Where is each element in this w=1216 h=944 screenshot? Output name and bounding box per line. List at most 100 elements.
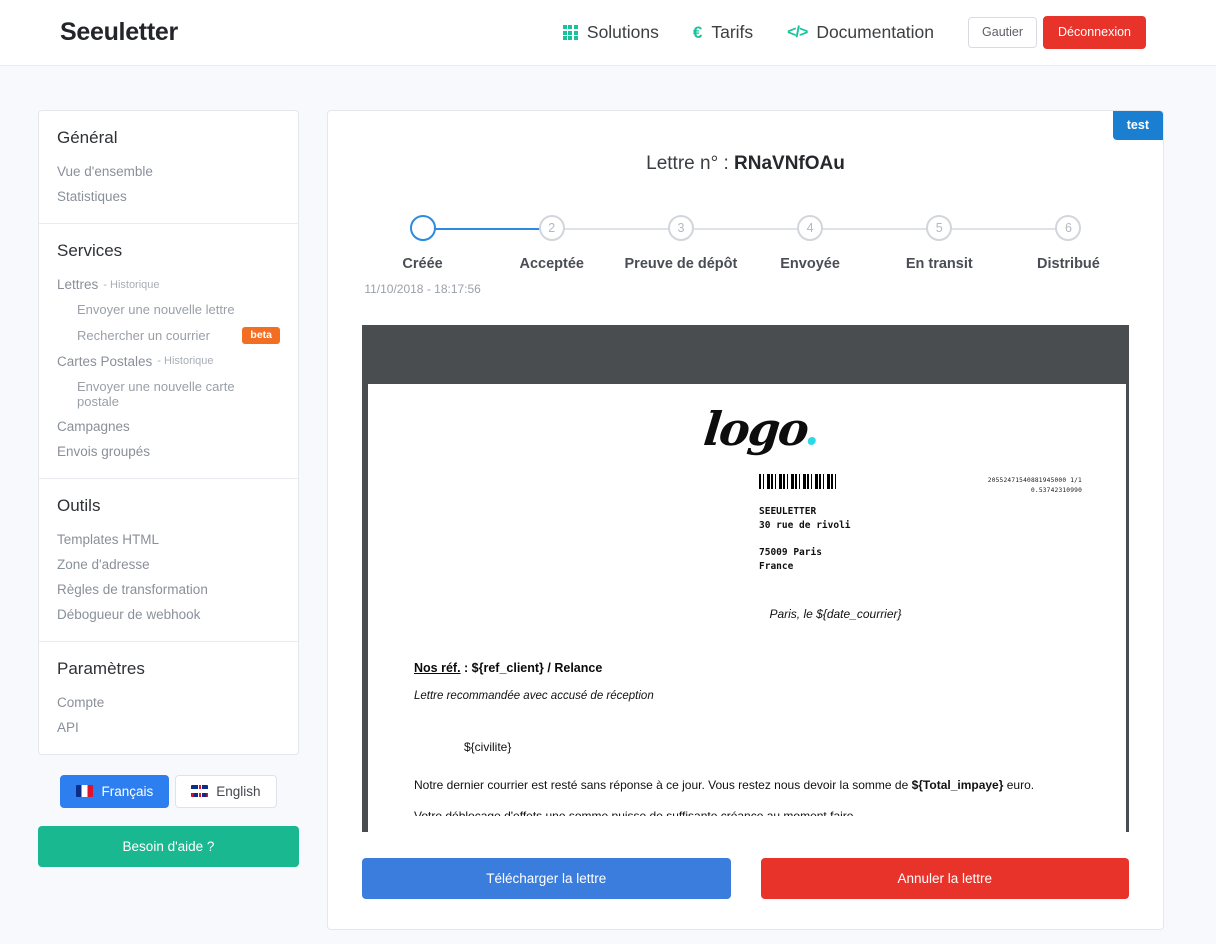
step-circle: 2	[538, 215, 565, 241]
page-body: Général Vue d'ensemble Statistiques Serv…	[0, 66, 1216, 930]
step-label: Envoyée	[780, 256, 840, 272]
sidebar-group-title: Outils	[57, 495, 101, 515]
nav-item-tarifs[interactable]: € Tarifs	[693, 22, 753, 43]
sidebar-item-label: Lettres	[57, 277, 99, 292]
beta-badge: beta	[242, 327, 280, 344]
step-label: Créée	[402, 256, 443, 272]
logo-dot-icon	[807, 437, 817, 446]
address-spacer	[759, 532, 1082, 546]
grid-icon	[562, 25, 578, 40]
sidebar-item-envoyer-carte-postale[interactable]: Envoyer une nouvelle carte postale	[57, 374, 280, 414]
step-circle: 6	[1055, 215, 1082, 241]
sidebar-group-parametres: Paramètres Compte API	[39, 642, 298, 754]
sidebar-item-vue-densemble[interactable]: Vue d'ensemble	[57, 159, 280, 184]
test-mode-badge: test	[1112, 111, 1163, 140]
sidebar-item-rechercher-courrier[interactable]: Rechercher un courrier beta	[57, 322, 280, 349]
letter-body-next-clipped: Votre déblocage d'effets une somme puiss…	[414, 809, 854, 817]
postal-reference-line-1: 20552471540881945000 1/1	[987, 477, 1082, 485]
sidebar-item-api[interactable]: API	[57, 715, 280, 740]
letter-reference-label: Nos réf.	[414, 661, 461, 676]
page-title: Lettre n° : RNaVNfOAu	[328, 111, 1163, 175]
nav-label-documentation: Documentation	[816, 22, 935, 42]
language-button-french[interactable]: Français	[60, 774, 170, 808]
address-street: 30 rue de rivoli	[759, 519, 851, 531]
sidebar-group-title: Général	[57, 128, 118, 147]
letter-body-paragraph: Notre dernier courrier est resté sans ré…	[414, 776, 1082, 794]
letter-reference-value: : ${ref_client} / Relance	[460, 661, 603, 676]
pdf-viewer-toolbar	[362, 325, 1129, 385]
top-navigation-bar: Seeuletter Solutions € Tarifs </> Docume…	[0, 0, 1216, 66]
step-circle: 1	[409, 215, 436, 241]
address-name: SEEULETTER	[759, 505, 817, 517]
sidebar-item-lettres[interactable]: Lettres - Historique	[57, 272, 280, 297]
barcode-row: 20552471540881945000 1/1 0.53742310990	[414, 474, 1082, 495]
brand-logo[interactable]: Seeuletter	[60, 18, 178, 47]
letter-body-part1: Notre dernier courrier est resté sans ré…	[414, 778, 912, 793]
sidebar-item-envois-groupes[interactable]: Envois groupés	[57, 439, 280, 464]
step-connector-line	[680, 228, 811, 230]
step-circle: 3	[667, 215, 694, 241]
nav-item-solutions[interactable]: Solutions	[562, 22, 659, 43]
sidebar: Général Vue d'ensemble Statistiques Serv…	[38, 110, 299, 930]
logout-button[interactable]: Déconnexion	[1043, 16, 1146, 49]
language-label-french: Français	[101, 783, 154, 799]
uk-flag-icon	[191, 785, 209, 798]
sidebar-item-envoyer-nouvelle-lettre[interactable]: Envoyer une nouvelle lettre	[57, 297, 280, 322]
letter-body-part2: euro.	[1003, 778, 1035, 793]
letter-reference-line: Nos réf. : ${ref_client} / Relance	[414, 661, 1082, 675]
nav-label-solutions: Solutions	[586, 22, 659, 42]
sidebar-item-campagnes[interactable]: Campagnes	[57, 414, 280, 439]
sidebar-item-label: Rechercher un courrier	[77, 327, 210, 343]
step-circle: 4	[797, 215, 824, 241]
page-title-prefix: Lettre n° :	[646, 153, 735, 174]
step-label: Distribué	[1037, 256, 1100, 272]
step-label: Preuve de dépôt	[624, 256, 738, 272]
nav-item-documentation[interactable]: </> Documentation	[787, 22, 934, 43]
sidebar-item-cartes-postales[interactable]: Cartes Postales - Historique	[57, 349, 280, 374]
address-country: France	[759, 561, 794, 573]
download-letter-button[interactable]: Télécharger la lettre	[362, 858, 731, 900]
sidebar-group-title: Paramètres	[57, 658, 145, 678]
step-label: En transit	[905, 256, 973, 272]
sidebar-item-templates-html[interactable]: Templates HTML	[57, 527, 280, 552]
letter-delivery-type: Lettre recommandée avec accusé de récept…	[414, 690, 654, 703]
help-button[interactable]: Besoin d'aide ?	[38, 826, 299, 867]
postal-reference-line-2: 0.53742310990	[1030, 486, 1082, 494]
sidebar-card: Général Vue d'ensemble Statistiques Serv…	[38, 110, 299, 755]
step-connector-line	[551, 228, 681, 230]
step-creee[interactable]: 1 Créée 11/10/2018 - 18:17:56	[358, 215, 552, 297]
sidebar-group-title: Services	[57, 241, 123, 260]
letter-date-line: Paris, le ${date_courrier}	[769, 607, 902, 622]
letter-id: RNaVNfOAu	[734, 153, 845, 174]
sidebar-group-services: Services Lettres - Historique Envoyer un…	[39, 224, 298, 479]
step-connector-line	[939, 228, 1069, 230]
sidebar-item-suffix[interactable]: - Historique	[157, 355, 213, 367]
recipient-address: SEEULETTER 30 rue de rivoli 75009 Paris …	[759, 505, 1082, 574]
step-date: 11/10/2018 - 18:17:56	[364, 281, 481, 296]
sidebar-item-compte[interactable]: Compte	[57, 690, 280, 715]
sidebar-item-suffix[interactable]: - Historique	[103, 279, 159, 291]
letter-preview-viewer[interactable]: logo 20552471540881945000 1/1 0.53742310…	[362, 325, 1129, 833]
sidebar-group-outils: Outils Templates HTML Zone d'adresse Règ…	[39, 479, 298, 642]
sidebar-item-regles-transformation[interactable]: Règles de transformation	[57, 577, 280, 602]
language-button-english[interactable]: English	[175, 774, 277, 808]
user-account-button[interactable]: Gautier	[968, 17, 1038, 48]
address-city: 75009 Paris	[759, 547, 822, 559]
cancel-letter-button[interactable]: Annuler la lettre	[760, 858, 1129, 900]
letter-logo: logo	[701, 402, 1085, 456]
nav-label-tarifs: Tarifs	[711, 22, 754, 42]
step-circle: 5	[926, 215, 953, 241]
logo-text: logo	[701, 402, 810, 457]
sidebar-item-debogueur-webhook[interactable]: Débogueur de webhook	[57, 602, 280, 627]
sidebar-item-zone-adresse[interactable]: Zone d'adresse	[57, 552, 280, 577]
action-button-row: Télécharger la lettre Annuler la lettre	[362, 858, 1129, 900]
sidebar-item-statistiques[interactable]: Statistiques	[57, 184, 280, 209]
language-switcher: Français English	[38, 774, 299, 808]
letter-salutation: ${civilite}	[464, 740, 512, 755]
letter-page: logo 20552471540881945000 1/1 0.53742310…	[368, 384, 1126, 833]
status-stepper: 1 Créée 11/10/2018 - 18:17:56 2 Acceptée…	[358, 215, 1133, 297]
letter-body-amount: ${Total_impaye}	[911, 778, 1004, 793]
nav-right-group: Solutions € Tarifs </> Documentation Gau…	[562, 16, 1146, 49]
barcode-icon	[759, 474, 836, 490]
letter-detail-card: test Lettre n° : RNaVNfOAu 1 Créée 11/10…	[327, 110, 1164, 930]
